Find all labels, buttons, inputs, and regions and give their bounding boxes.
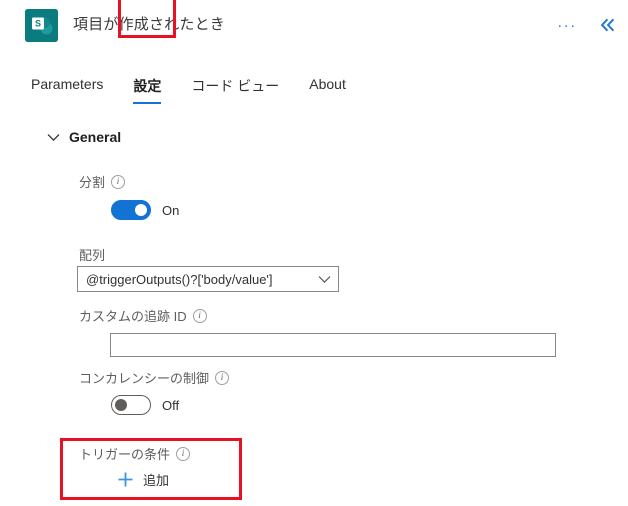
trigger-condition-label: トリガーの条件 i (79, 444, 191, 463)
tab-bar: Parameters 設定 コード ビュー About (0, 72, 628, 112)
split-field-label: 分割 i (79, 172, 126, 191)
tab-settings[interactable]: 設定 (133, 72, 162, 104)
split-toggle[interactable] (111, 200, 151, 220)
custom-tracking-id-input[interactable] (110, 333, 556, 357)
split-label-text: 分割 (79, 175, 106, 190)
collapse-panel-icon[interactable] (596, 13, 620, 37)
concurrency-control-label: コンカレンシーの制御 i (79, 368, 230, 387)
split-toggle-row: On (111, 200, 179, 220)
custom-tracking-id-info-icon[interactable]: i (192, 308, 207, 323)
concurrency-toggle-row: Off (111, 395, 179, 415)
more-options-icon[interactable]: ··· (554, 13, 580, 37)
concurrency-toggle-state: Off (162, 397, 180, 413)
chevron-down-icon (310, 275, 338, 284)
header-actions: ··· (554, 13, 620, 37)
split-toggle-knob (135, 204, 147, 216)
array-dropdown[interactable]: @triggerOutputs()?['body/value'] (77, 266, 339, 292)
concurrency-toggle-knob (115, 399, 127, 411)
concurrency-info-icon[interactable]: i (215, 370, 230, 385)
add-trigger-condition-label: 追加 (143, 473, 170, 488)
plus-icon (117, 471, 134, 488)
chevron-down-icon (47, 133, 60, 142)
concurrency-control-label-text: コンカレンシーの制御 (79, 371, 210, 386)
add-trigger-condition-button[interactable]: 追加 (117, 470, 169, 489)
concurrency-toggle[interactable] (111, 395, 151, 415)
array-dropdown-value: @triggerOutputs()?['body/value'] (86, 271, 273, 287)
tab-parameters[interactable]: Parameters (31, 72, 103, 100)
array-label-text: 配列 (79, 248, 106, 263)
svg-text:S: S (35, 19, 41, 29)
general-section-label: General (69, 129, 122, 145)
tab-about[interactable]: About (309, 72, 346, 100)
general-section-header[interactable]: General (47, 129, 121, 145)
split-toggle-state: On (162, 202, 180, 218)
panel-header: S 項目が作成されたとき ··· (0, 0, 628, 52)
trigger-condition-label-text: トリガーの条件 (79, 447, 171, 462)
trigger-condition-info-icon[interactable]: i (176, 446, 191, 461)
tab-code-view[interactable]: コード ビュー (191, 72, 279, 104)
split-info-icon[interactable]: i (111, 174, 126, 189)
sharepoint-icon: S (25, 9, 58, 42)
custom-tracking-id-label-text: カスタムの追跡 ID (79, 309, 187, 324)
page-title: 項目が作成されたとき (73, 16, 226, 33)
custom-tracking-id-label: カスタムの追跡 ID i (79, 306, 207, 325)
array-field-label: 配列 (79, 245, 105, 264)
